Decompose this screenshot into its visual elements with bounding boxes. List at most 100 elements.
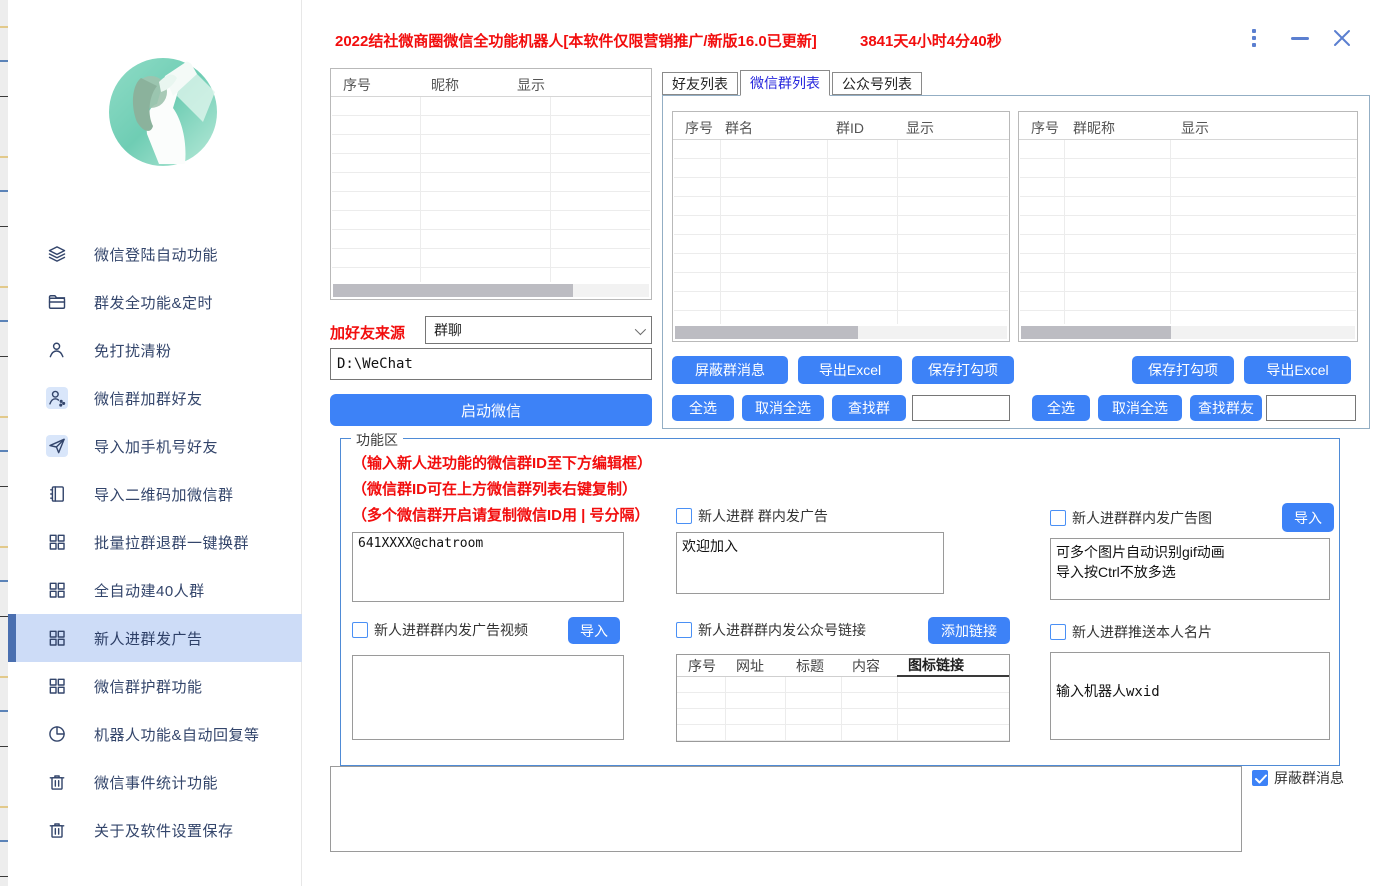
find-group-input[interactable]	[912, 395, 1010, 421]
sidebar-item-event-stats[interactable]: 微信事件统计功能	[8, 758, 302, 806]
window-menu-button[interactable]	[1240, 24, 1268, 52]
avatar	[107, 56, 219, 168]
sidebar-item-label: 微信群护群功能	[94, 676, 203, 697]
sidebar-item-batch-group[interactable]: 批量拉群退群一键换群	[8, 518, 302, 566]
save-checked-button[interactable]: 保存打勾项	[912, 356, 1014, 384]
friend-table: 序号 昵称 显示	[330, 68, 652, 300]
notebook-icon	[46, 483, 68, 505]
ad-video-checkbox[interactable]	[352, 622, 368, 638]
person-add-icon	[46, 387, 68, 409]
import-video-button[interactable]: 导入	[568, 617, 620, 644]
sidebar-item-label: 全自动建40人群	[94, 580, 205, 601]
hint-line-2: （微信群ID可在上方微信群列表右键复制）	[352, 478, 637, 499]
group-id-textarea[interactable]: 641XXXX@chatroom	[352, 532, 624, 602]
log-textarea[interactable]	[330, 766, 1242, 852]
sidebar-item-about-settings[interactable]: 关于及软件设置保存	[8, 806, 302, 854]
start-wechat-button[interactable]: 启动微信	[330, 394, 652, 426]
scrollbar-thumb[interactable]	[675, 326, 858, 339]
sidebar-item-group-guard[interactable]: 微信群护群功能	[8, 662, 302, 710]
hint-line-3: （多个微信群开启请复制微信ID用 | 号分隔）	[352, 504, 650, 525]
group-member-table: 序号 群昵称 显示	[1018, 111, 1358, 342]
add-link-button[interactable]: 添加链接	[928, 617, 1010, 644]
col-header: 显示	[517, 75, 545, 95]
uptime-counter: 3841天4小时4分40秒	[860, 30, 1002, 51]
fieldset-legend: 功能区	[351, 430, 403, 450]
window-minimize-button[interactable]	[1286, 24, 1314, 52]
link-table-header: 序号 网址 标题 内容 图标链接	[677, 655, 1009, 677]
find-group-button[interactable]: 查找群	[832, 395, 906, 421]
sidebar-item-label: 机器人功能&自动回复等	[94, 724, 260, 745]
scrollbar-thumb[interactable]	[1021, 326, 1171, 339]
trash-icon	[46, 771, 68, 793]
window-close-button[interactable]	[1328, 24, 1356, 52]
sidebar-item-label: 导入加手机号好友	[94, 436, 218, 457]
window-title: 2022结社微商圈微信全功能机器人[本软件仅限营销推广/新版16.0已更新]	[335, 30, 817, 51]
col-header: 标题	[785, 656, 841, 676]
ad-text-checkbox[interactable]	[676, 508, 692, 524]
sidebar-item-import-qrcode[interactable]: 导入二维码加微信群	[8, 470, 302, 518]
save-checked-button-right[interactable]: 保存打勾项	[1132, 356, 1234, 384]
card-checkbox[interactable]	[1050, 624, 1066, 640]
ad-text-textarea[interactable]: 欢迎加入	[676, 532, 944, 594]
sidebar-item-mass-send[interactable]: 群发全功能&定时	[8, 278, 302, 326]
chevron-down-icon	[635, 324, 646, 335]
block-msg-label: 屏蔽群消息	[1274, 768, 1344, 788]
col-header: 昵称	[431, 75, 459, 95]
col-header: 群ID	[836, 118, 864, 138]
col-header: 序号	[677, 656, 725, 676]
ad-image-textarea[interactable]: 可多个图片自动识别gif动画 导入按Ctrl不放多选	[1050, 538, 1330, 600]
tab-group-list[interactable]: 微信群列表	[740, 70, 830, 96]
ad-video-textarea[interactable]	[352, 655, 624, 740]
grid-icon	[46, 579, 68, 601]
block-msg-checkbox-row: 屏蔽群消息	[1252, 768, 1344, 788]
tab-friend-list[interactable]: 好友列表	[662, 72, 738, 95]
wechat-path-input[interactable]	[330, 348, 652, 380]
find-member-input[interactable]	[1266, 395, 1356, 421]
sidebar-item-robot-autoreply[interactable]: 机器人功能&自动回复等	[8, 710, 302, 758]
select-all-groups-button[interactable]: 全选	[672, 395, 734, 421]
app-window: 微信登陆自动功能 群发全功能&定时 免打扰清粉 微信群加群好友	[0, 0, 1374, 886]
group-table-header: 序号 群名 群ID 显示	[673, 112, 1009, 140]
add-friend-source-select[interactable]: 群聊	[425, 316, 652, 344]
sidebar-item-label: 批量拉群退群一键换群	[94, 532, 249, 553]
find-member-button[interactable]: 查找群友	[1190, 395, 1262, 421]
select-all-members-button[interactable]: 全选	[1032, 395, 1090, 421]
export-excel-button-right[interactable]: 导出Excel	[1244, 356, 1351, 384]
link-checkbox[interactable]	[676, 622, 692, 638]
ad-video-label: 新人进群群内发广告视频	[374, 620, 528, 640]
ad-image-checkbox-row: 新人进群群内发广告图	[1050, 508, 1212, 528]
check-icon	[1255, 774, 1267, 784]
group-table-rows	[674, 140, 1008, 324]
sidebar-item-group-add-friends[interactable]: 微信群加群好友	[8, 374, 302, 422]
sidebar-item-label: 新人进群发广告	[94, 628, 203, 649]
sidebar-item-label: 关于及软件设置保存	[94, 820, 234, 841]
sidebar-item-newcomer-ad[interactable]: 新人进群发广告	[8, 614, 302, 662]
sidebar-item-import-phone-friends[interactable]: 导入加手机号好友	[8, 422, 302, 470]
sidebar-item-wechat-login[interactable]: 微信登陆自动功能	[8, 230, 302, 278]
grid-icon	[46, 675, 68, 697]
folder-icon	[46, 291, 68, 313]
card-wxid-textarea[interactable]: 输入机器人wxid	[1050, 652, 1330, 740]
block-group-msg-button[interactable]: 屏蔽群消息	[672, 356, 788, 384]
col-header: 内容	[841, 656, 897, 676]
col-header-icon-link: 图标链接	[897, 655, 1009, 677]
member-table-rows	[1020, 140, 1356, 324]
ad-image-label: 新人进群群内发广告图	[1072, 508, 1212, 528]
sidebar-item-clean-fans[interactable]: 免打扰清粉	[8, 326, 302, 374]
ad-text-checkbox-row: 新人进群 群内发广告	[676, 506, 828, 526]
send-icon	[46, 435, 68, 457]
export-excel-button[interactable]: 导出Excel	[798, 356, 902, 384]
col-header: 序号	[343, 75, 371, 95]
scrollbar-thumb[interactable]	[333, 284, 573, 297]
sidebar-item-auto-create-group[interactable]: 全自动建40人群	[8, 566, 302, 614]
tab-official-account-list[interactable]: 公众号列表	[832, 72, 922, 95]
deselect-all-groups-button[interactable]: 取消全选	[742, 395, 824, 421]
close-icon	[1332, 28, 1352, 48]
block-msg-checkbox[interactable]	[1252, 770, 1268, 786]
col-header: 群昵称	[1073, 118, 1115, 138]
import-image-button[interactable]: 导入	[1282, 503, 1334, 532]
ad-image-checkbox[interactable]	[1050, 510, 1066, 526]
layers-icon	[46, 243, 68, 265]
col-header: 显示	[906, 118, 934, 138]
deselect-all-members-button[interactable]: 取消全选	[1098, 395, 1182, 421]
